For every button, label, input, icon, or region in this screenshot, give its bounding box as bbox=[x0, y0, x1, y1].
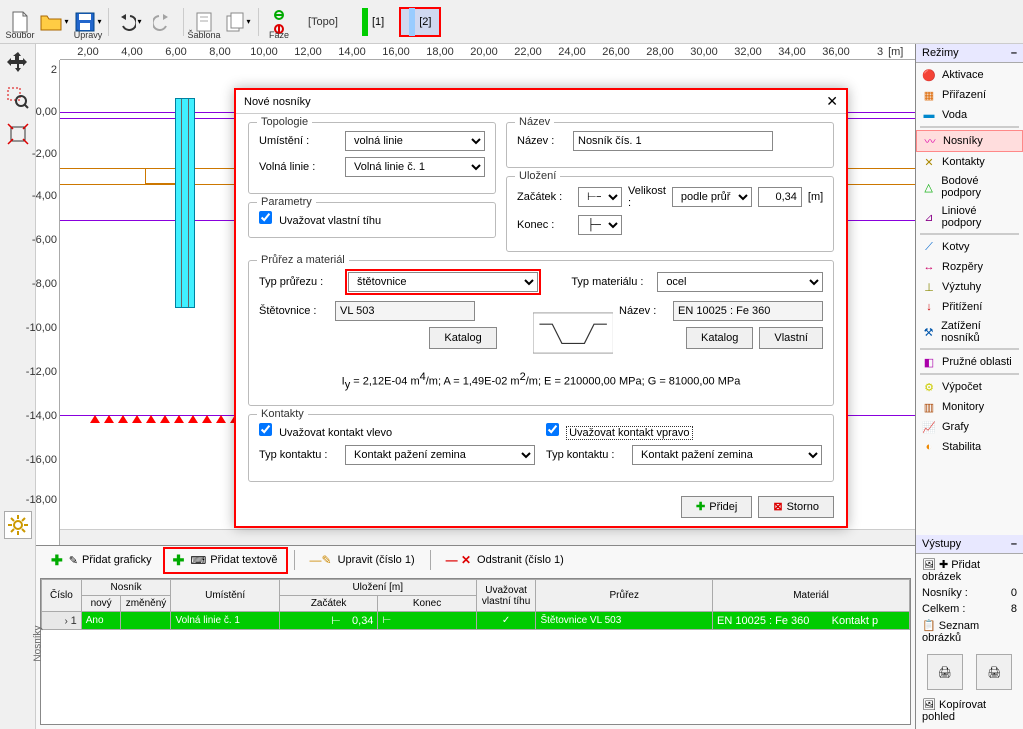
copy-button[interactable]: ▾ bbox=[222, 4, 254, 40]
add-textually-button[interactable]: ✚⌨ Přidat textově bbox=[163, 547, 288, 574]
material-display bbox=[673, 301, 823, 321]
close-icon[interactable]: ✕ bbox=[826, 93, 838, 110]
contact-right-type[interactable]: Kontakt pažení zemina bbox=[632, 445, 822, 465]
catalog-right-button[interactable]: Katalog bbox=[686, 327, 753, 349]
bottom-panel: ✚✎ Přidat graficky ✚⌨ Přidat textově —✎U… bbox=[36, 545, 915, 729]
remove-button[interactable]: — ✕Odstranit (číslo 1) bbox=[437, 549, 573, 571]
th-num: Číslo bbox=[42, 580, 82, 612]
print-button-1[interactable]: 🖨 bbox=[927, 654, 963, 690]
mode-voda[interactable]: ▬Voda bbox=[916, 105, 1023, 125]
phase-topo[interactable]: [Topo] bbox=[299, 7, 347, 37]
freeline-select[interactable]: Volná linie č. 1 bbox=[345, 157, 485, 177]
outputs-header: Výstupy– bbox=[916, 535, 1023, 554]
beam-table[interactable]: Číslo Nosník Umístění Uložení [m] Uvažov… bbox=[40, 578, 911, 725]
catalog-left-button[interactable]: Katalog bbox=[429, 327, 496, 349]
topology-fieldset: Topologie Umístění : volná linie Volná l… bbox=[248, 122, 496, 194]
mode-pružné-oblasti[interactable]: ◧Pružné oblasti bbox=[916, 352, 1023, 372]
zoom-tool[interactable] bbox=[4, 84, 32, 112]
placement-fieldset: Uložení Začátek : ⊢─ Velikost : podle pr… bbox=[506, 176, 834, 252]
right-panel: Režimy– 🔴Aktivace▦Přiřazení▬Voda 〰Nosníky… bbox=[915, 44, 1023, 729]
section-properties: Iy = 2,12E-04 m4/m; A = 1,49E-02 m2/m; E… bbox=[259, 371, 823, 391]
new-beams-dialog: Nové nosníky ✕ Topologie Umístění : voln… bbox=[234, 88, 848, 528]
fit-tool[interactable] bbox=[4, 120, 32, 148]
size-input[interactable] bbox=[758, 187, 802, 207]
add-graphically-button[interactable]: ✚✎ Přidat graficky bbox=[42, 548, 161, 573]
dialog-title: Nové nosníky bbox=[244, 96, 311, 108]
mode-přitížení[interactable]: ↓Přitížení bbox=[916, 297, 1023, 317]
phase-2[interactable]: [2] bbox=[399, 7, 441, 37]
mode-výztuhy[interactable]: ⊥Výztuhy bbox=[916, 277, 1023, 297]
image-list-button[interactable]: 📋 Seznam obrázků bbox=[922, 619, 1017, 644]
redo-button[interactable] bbox=[147, 4, 179, 40]
mode-přiřazení[interactable]: ▦Přiřazení bbox=[916, 85, 1023, 105]
beam-name-input[interactable] bbox=[573, 131, 773, 151]
mode-aktivace[interactable]: 🔴Aktivace bbox=[916, 65, 1023, 85]
section-type-select[interactable]: štětovnice bbox=[348, 272, 538, 292]
sheetpile-display bbox=[335, 301, 475, 321]
params-fieldset: Parametry Uvažovat vlastní tíhu bbox=[248, 202, 496, 238]
mode-nosníky[interactable]: 〰Nosníky bbox=[916, 130, 1023, 152]
save-file-button[interactable]: ▾ Úpravy bbox=[72, 4, 104, 40]
profile-preview bbox=[533, 305, 613, 361]
bottom-toolbar: ✚✎ Přidat graficky ✚⌨ Přidat textově —✎U… bbox=[36, 546, 915, 574]
th-location: Umístění bbox=[171, 580, 279, 612]
mode-zatížení-nosníků[interactable]: ⚒Zatížení nosníků bbox=[916, 317, 1023, 347]
contact-left-type[interactable]: Kontakt pažení zemina bbox=[345, 445, 535, 465]
th-placement: Uložení [m] bbox=[279, 580, 476, 596]
end-symbol-select[interactable]: ├─ bbox=[578, 215, 622, 235]
start-symbol-select[interactable]: ⊢─ bbox=[578, 187, 622, 207]
new-file-button[interactable]: Soubor bbox=[4, 4, 36, 40]
table-row[interactable]: › 1 Ano Volná linie č. 1 ⊢ 0,34 ⊢ ✓ Štět… bbox=[42, 612, 910, 630]
open-file-button[interactable]: ▾ bbox=[38, 4, 70, 40]
mode-liniové-podpory[interactable]: ⊿Liniové podpory bbox=[916, 202, 1023, 232]
modes-header: Režimy– bbox=[916, 44, 1023, 63]
phase-1[interactable]: [1] bbox=[353, 7, 393, 37]
side-tab-label: Nosníky bbox=[33, 625, 44, 661]
undo-button[interactable]: ▾ bbox=[113, 4, 145, 40]
ruler-horizontal: 2,00 4,00 6,00 8,00 10,00 12,00 14,00 16… bbox=[60, 44, 915, 60]
custom-button[interactable]: Vlastní bbox=[759, 327, 823, 349]
th-selfw: Uvažovat vlastní tíhu bbox=[476, 580, 536, 612]
move-tool[interactable] bbox=[4, 48, 32, 76]
add-button[interactable]: ✚ Přidej bbox=[681, 496, 752, 518]
mode-bodové-podpory[interactable]: △Bodové podpory bbox=[916, 172, 1023, 202]
mode-monitory[interactable]: ▥Monitory bbox=[916, 397, 1023, 417]
th-material: Materiál bbox=[713, 580, 910, 612]
th-section: Průřez bbox=[536, 580, 713, 612]
phase-button[interactable]: Fáze bbox=[263, 4, 295, 40]
edit-button[interactable]: —✎Upravit (číslo 1) bbox=[301, 549, 424, 571]
contact-left-checkbox[interactable]: Uvažovat kontakt vlevo bbox=[259, 427, 392, 439]
size-mode-select[interactable]: podle průřezu bbox=[672, 187, 752, 207]
self-weight-checkbox[interactable]: Uvažovat vlastní tíhu bbox=[259, 215, 381, 227]
contacts-fieldset: Kontakty Uvažovat kontakt vlevo Typ kont… bbox=[248, 414, 834, 482]
cancel-button[interactable]: ⊠ Storno bbox=[758, 496, 834, 518]
add-image-button[interactable]: 🖼 ✚ Přidat obrázek bbox=[922, 558, 1017, 583]
modes-list: 🔴Aktivace▦Přiřazení▬Voda 〰Nosníky✕Kontakt… bbox=[916, 63, 1023, 459]
name-fieldset: Název Název : bbox=[506, 122, 834, 168]
copy-view-button[interactable]: 🖼 Kopírovat pohled bbox=[916, 696, 1023, 729]
mode-kotvy[interactable]: ⟋Kotvy bbox=[916, 237, 1023, 257]
th-beam: Nosník bbox=[81, 580, 171, 596]
print-button-2[interactable]: 🖨 bbox=[976, 654, 1012, 690]
supports bbox=[90, 415, 254, 423]
beam-graphic[interactable] bbox=[175, 98, 195, 308]
material-type-select[interactable]: ocel bbox=[657, 272, 823, 292]
top-toolbar: Soubor ▾ ▾ Úpravy ▾ Šablona ▾ Fáze [Topo… bbox=[0, 0, 1023, 44]
mode-kontakty[interactable]: ✕Kontakty bbox=[916, 152, 1023, 172]
section-fieldset: Průřez a materiál Typ průřezu : štětovni… bbox=[248, 260, 834, 406]
mode-stabilita[interactable]: ◐Stabilita bbox=[916, 437, 1023, 457]
settings-button[interactable] bbox=[4, 511, 32, 539]
contact-right-checkbox[interactable]: Uvažovat kontakt vpravo bbox=[546, 427, 693, 439]
location-select[interactable]: volná linie bbox=[345, 131, 485, 151]
mode-rozpěry[interactable]: ↔Rozpěry bbox=[916, 257, 1023, 277]
scrollbar[interactable] bbox=[60, 529, 915, 545]
left-toolbar bbox=[0, 44, 36, 729]
mode-výpočet[interactable]: ⚙Výpočet bbox=[916, 377, 1023, 397]
mode-grafy[interactable]: 📈Grafy bbox=[916, 417, 1023, 437]
template-button[interactable]: Šablona bbox=[188, 4, 220, 40]
